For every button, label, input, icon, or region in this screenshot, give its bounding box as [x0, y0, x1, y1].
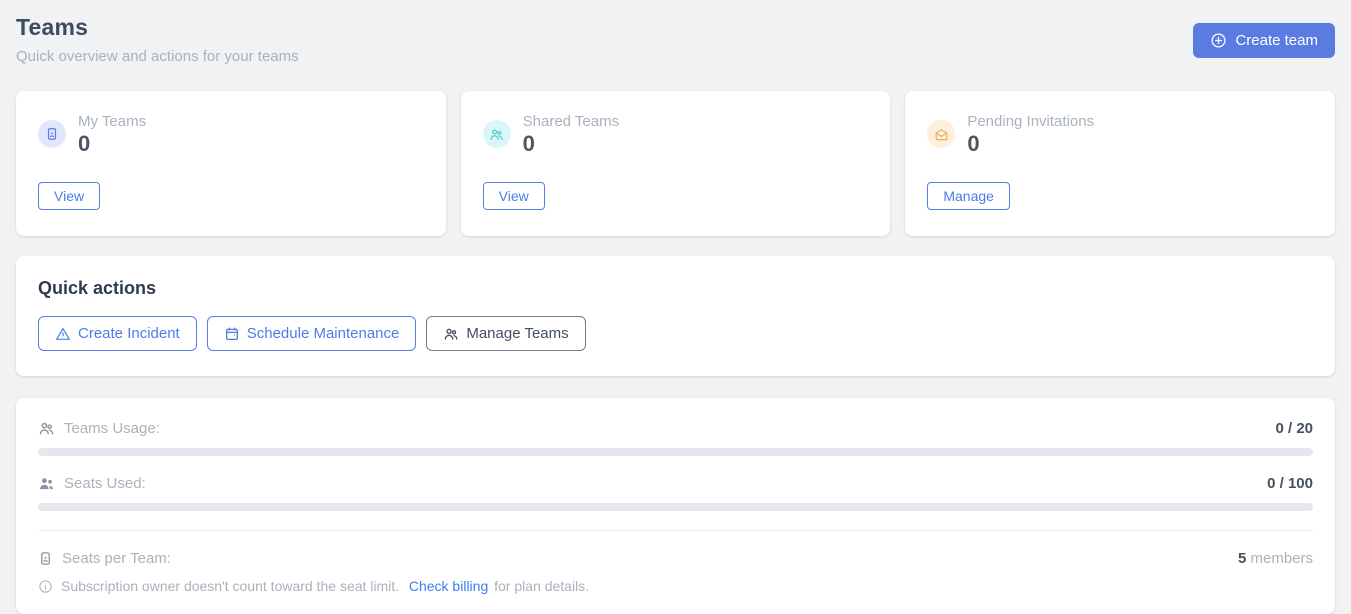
page-header-text: Teams Quick overview and actions for you… — [16, 14, 299, 65]
quick-actions-buttons: Create Incident Schedule Maintenance — [38, 316, 1313, 351]
usage-divider — [38, 530, 1313, 531]
people-filled-icon — [38, 475, 55, 492]
seats-used-label: Seats Used: — [64, 475, 146, 492]
calendar-icon — [224, 326, 240, 342]
quick-actions-title: Quick actions — [38, 278, 1313, 299]
stat-head: Pending Invitations 0 — [927, 113, 1313, 155]
stat-text: Pending Invitations 0 — [967, 113, 1094, 155]
check-billing-link[interactable]: Check billing — [409, 578, 488, 594]
stat-label: My Teams — [78, 113, 146, 130]
seats-per-team-value: 5 members — [1238, 550, 1313, 567]
open-envelope-icon — [927, 120, 955, 148]
people-icon — [443, 326, 459, 342]
my-teams-card: My Teams 0 View — [16, 91, 446, 236]
page-header: Teams Quick overview and actions for you… — [16, 14, 1335, 65]
note-text-before: Subscription owner doesn't count toward … — [61, 578, 399, 594]
seats-used-progressbar — [38, 503, 1313, 511]
quick-actions-panel: Quick actions Create Incident — [16, 256, 1335, 376]
page-title: Teams — [16, 14, 299, 41]
create-incident-button[interactable]: Create Incident — [38, 316, 197, 351]
create-incident-label: Create Incident — [78, 325, 180, 342]
teams-usage-left: Teams Usage: — [38, 420, 160, 437]
info-circle-icon — [38, 579, 53, 594]
seats-per-team-label: Seats per Team: — [62, 550, 171, 567]
seat-limit-note: Subscription owner doesn't count toward … — [38, 578, 1313, 594]
pending-invitations-manage-button[interactable]: Manage — [927, 182, 1010, 210]
usage-panel: Teams Usage: 0 / 20 Seats Used: 0 / 100 — [16, 398, 1335, 614]
seats-per-team-row: Seats per Team: 5 members — [38, 550, 1313, 567]
note-text: Subscription owner doesn't count toward … — [61, 578, 589, 594]
people-outline-icon — [38, 420, 55, 437]
stat-value: 0 — [523, 133, 619, 155]
shared-teams-view-button[interactable]: View — [483, 182, 545, 210]
stat-text: Shared Teams 0 — [523, 113, 619, 155]
stat-label: Shared Teams — [523, 113, 619, 130]
people-icon — [483, 120, 511, 148]
manage-teams-button[interactable]: Manage Teams — [426, 316, 585, 351]
stat-cards-row: My Teams 0 View Shared Teams — [16, 91, 1335, 236]
page-subtitle: Quick overview and actions for your team… — [16, 48, 299, 65]
stat-head: Shared Teams 0 — [483, 113, 869, 155]
plus-circle-icon — [1210, 32, 1227, 49]
shared-teams-card: Shared Teams 0 View — [461, 91, 891, 236]
teams-usage-progressbar — [38, 448, 1313, 456]
teams-usage-label: Teams Usage: — [64, 420, 160, 437]
create-team-label: Create team — [1235, 32, 1318, 49]
stat-text: My Teams 0 — [78, 113, 146, 155]
contact-badge-icon — [38, 551, 53, 566]
stat-label: Pending Invitations — [967, 113, 1094, 130]
seats-used-row: Seats Used: 0 / 100 — [38, 475, 1313, 492]
warning-triangle-icon — [55, 326, 71, 342]
seats-used-left: Seats Used: — [38, 475, 146, 492]
pending-invitations-card: Pending Invitations 0 Manage — [905, 91, 1335, 236]
seats-per-team-number: 5 — [1238, 550, 1246, 567]
seats-per-team-left: Seats per Team: — [38, 550, 171, 567]
teams-page: Teams Quick overview and actions for you… — [0, 0, 1351, 614]
stat-head: My Teams 0 — [38, 113, 424, 155]
stat-value: 0 — [78, 133, 146, 155]
seats-used-value: 0 / 100 — [1267, 475, 1313, 492]
schedule-maintenance-label: Schedule Maintenance — [247, 325, 400, 342]
schedule-maintenance-button[interactable]: Schedule Maintenance — [207, 316, 417, 351]
contact-badge-icon — [38, 120, 66, 148]
seats-per-team-suffix: members — [1250, 550, 1313, 567]
teams-usage-row: Teams Usage: 0 / 20 — [38, 420, 1313, 437]
teams-usage-value: 0 / 20 — [1275, 420, 1313, 437]
my-teams-view-button[interactable]: View — [38, 182, 100, 210]
note-text-after: for plan details. — [494, 578, 589, 594]
stat-value: 0 — [967, 133, 1094, 155]
create-team-button[interactable]: Create team — [1193, 23, 1335, 58]
manage-teams-label: Manage Teams — [466, 325, 568, 342]
